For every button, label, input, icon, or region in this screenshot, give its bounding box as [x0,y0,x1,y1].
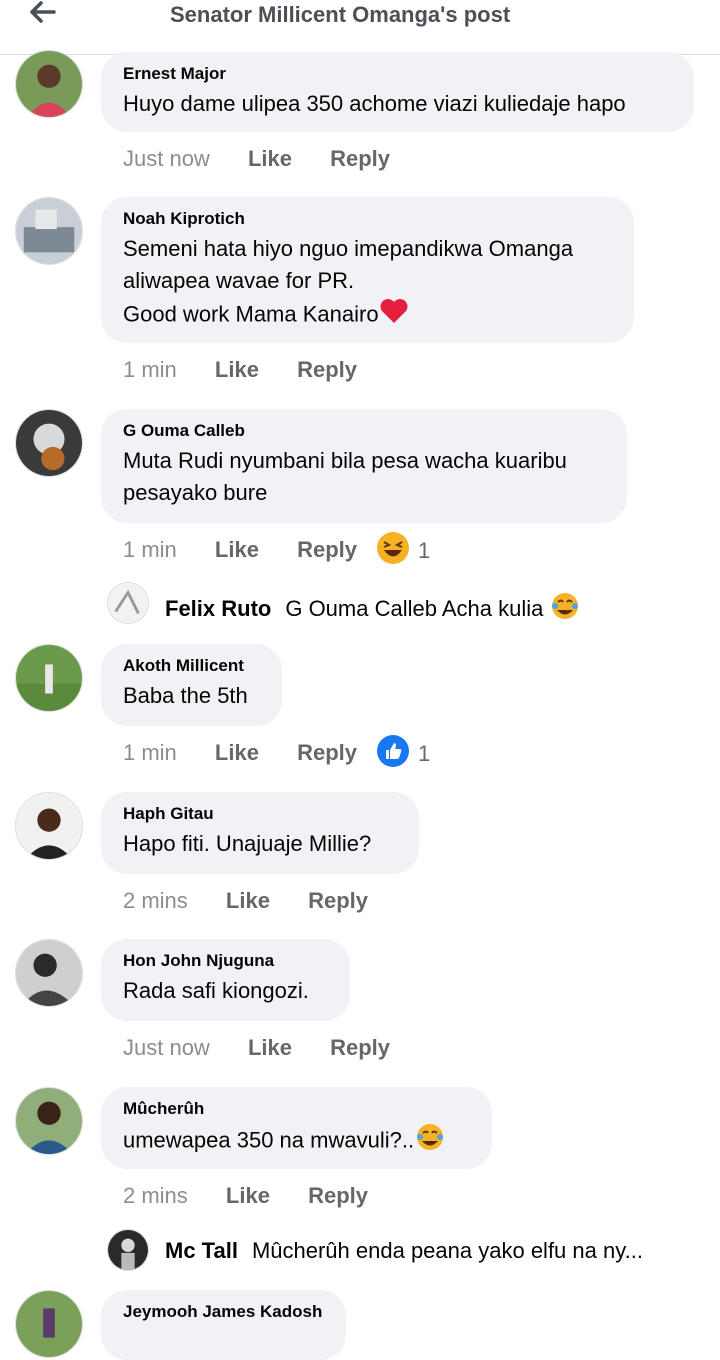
like-button[interactable]: Like [226,1183,270,1209]
comment-text: Good work Mama Kanairo [123,297,612,334]
reaction-summary[interactable]: 1 [376,531,430,571]
comment-bubble: Haph Gitau Hapo fiti. Unajuaje Millie? [101,792,419,874]
comment-actions: 1 min Like Reply [123,357,357,383]
like-button[interactable]: Like [215,740,259,766]
reply-button[interactable]: Reply [308,888,368,914]
comment-text: pesayako bure [123,480,268,505]
reply-row: Mc Tall Mûcherûh enda peana yako elfu na… [165,1238,643,1264]
comment-author[interactable]: Haph Gitau [123,804,397,824]
comment-time: 2 mins [123,1183,188,1208]
back-arrow-icon[interactable] [22,0,62,32]
laughing-emoji-icon [376,531,410,571]
comment-text: Semeni hata hiyo nguo imepandikwa Omanga [123,236,574,261]
reply-text: G Ouma Calleb Acha kulia [285,596,544,621]
avatar[interactable] [15,792,83,860]
comment-author[interactable]: Mûcherûh [123,1099,470,1119]
comment-bubble: Mûcherûh umewapea 350 na mwavuli?.. [101,1087,492,1169]
like-button[interactable]: Like [248,1035,292,1061]
like-button[interactable]: Like [215,357,259,383]
avatar[interactable] [15,197,83,265]
reply-row: Felix Ruto G Ouma Calleb Acha kulia [165,592,579,626]
comment-text: aliwapea wavae for PR. [123,268,355,293]
comment-text: Rada safi kiongozi. [123,978,309,1003]
reply-button[interactable]: Reply [330,146,390,172]
comment-text: Baba the 5th [123,683,248,708]
comment-time: 1 min [123,537,177,562]
reply-button[interactable]: Reply [297,740,357,766]
comment-bubble: G Ouma Calleb Muta Rudi nyumbani bila pe… [101,409,627,523]
comment-time: Just now [123,1035,210,1060]
comment-bubble: Ernest Major Huyo dame ulipea 350 achome… [101,52,694,132]
comment-actions: 2 mins Like Reply [123,888,368,914]
comment-author[interactable]: Hon John Njuguna [123,951,328,971]
comment-text: Hapo fiti. Unajuaje Millie? [123,831,372,856]
comment-actions: Just now Like Reply [123,1035,390,1061]
avatar[interactable] [15,409,83,477]
comment-text: Muta Rudi nyumbani bila pesa wacha kuari… [123,448,567,473]
comment-text: umewapea 350 na mwavuli?.. [123,1123,470,1160]
reaction-count: 1 [418,538,431,563]
avatar[interactable] [15,939,83,1007]
reaction-count: 1 [418,741,431,766]
like-button[interactable]: Like [248,146,292,172]
comment-bubble: Jeymooh James Kadosh [101,1290,346,1360]
avatar[interactable] [15,1290,83,1358]
avatar[interactable] [15,644,83,712]
reply-button[interactable]: Reply [297,537,357,563]
reply-button[interactable]: Reply [308,1183,368,1209]
like-button[interactable]: Like [215,537,259,563]
reply-author[interactable]: Mc Tall [165,1238,238,1264]
comment-bubble: Hon John Njuguna Rada safi kiongozi. [101,939,350,1021]
comment-author[interactable]: Noah Kiprotich [123,209,612,229]
comment-bubble: Akoth Millicent Baba the 5th [101,644,282,726]
page-title: Senator Millicent Omanga's post [170,2,511,27]
comment-author[interactable]: G Ouma Calleb [123,421,605,441]
reaction-summary[interactable]: 1 [376,734,430,774]
avatar[interactable] [15,1087,83,1155]
comment-time: Just now [123,146,210,171]
comment-bubble: Noah Kiprotich Semeni hata hiyo nguo ime… [101,197,634,343]
tears-of-joy-emoji-icon [551,592,579,626]
heart-emoji-icon [379,297,409,334]
comment-time: 2 mins [123,888,188,913]
avatar[interactable] [15,50,83,118]
comment-actions: 1 min Like Reply [123,740,357,766]
avatar[interactable] [107,582,149,624]
thumbs-up-icon [376,734,410,774]
comment-text: Huyo dame ulipea 350 achome viazi kulied… [123,91,626,116]
reply-button[interactable]: Reply [297,357,357,383]
comment-author[interactable]: Jeymooh James Kadosh [123,1302,324,1322]
avatar[interactable] [107,1229,149,1271]
comment-time: 1 min [123,740,177,765]
post-header: Senator Millicent Omanga's post [0,0,720,55]
reply-text: Mûcherûh enda peana yako elfu na ny... [251,1238,643,1263]
comment-author[interactable]: Akoth Millicent [123,656,260,676]
reply-author[interactable]: Felix Ruto [165,596,271,622]
comment-actions: 1 min Like Reply [123,537,357,563]
reply-button[interactable]: Reply [330,1035,390,1061]
comment-actions: 2 mins Like Reply [123,1183,368,1209]
comment-author[interactable]: Ernest Major [123,64,672,84]
comment-time: 1 min [123,357,177,382]
tears-of-joy-emoji-icon [416,1123,444,1160]
like-button[interactable]: Like [226,888,270,914]
comment-actions: Just now Like Reply [123,146,390,172]
